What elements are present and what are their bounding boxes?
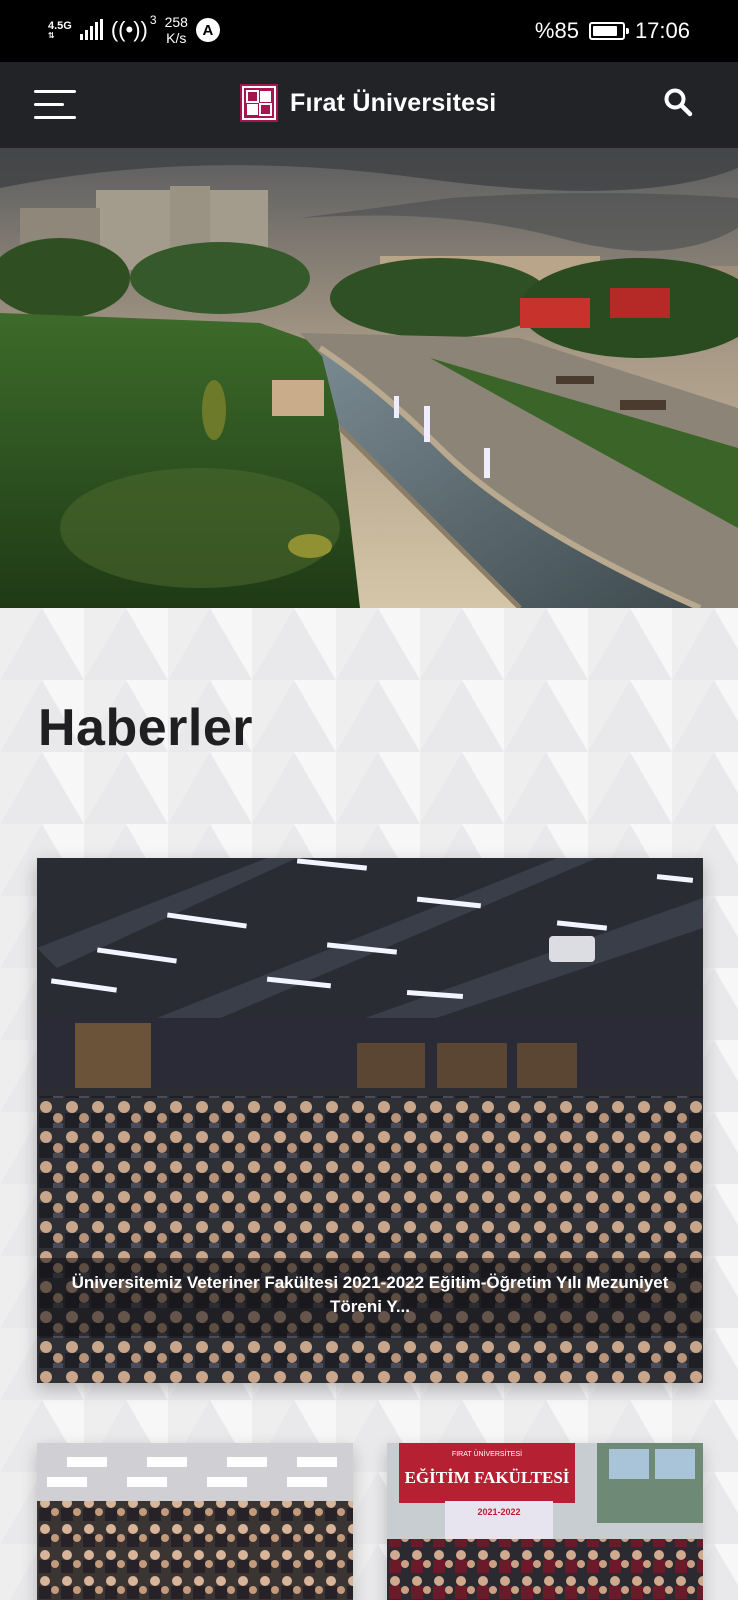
banner-year: 2021-2022: [477, 1507, 520, 1517]
hotspot-count: 3: [149, 13, 157, 27]
network-type: 4.5G: [48, 19, 72, 32]
search-icon[interactable]: [662, 86, 694, 118]
news-section: Haberler Üniversitemiz Veteriner Fakülte…: [0, 608, 738, 1600]
sign-line-2: EĞİTİM FAKÜLTESİ: [405, 1468, 570, 1487]
clock: 17:06: [634, 18, 690, 43]
news-card[interactable]: [37, 1443, 353, 1600]
news-card[interactable]: FIRAT ÜNİVERSİTESİ EĞİTİM FAKÜLTESİ 2021…: [387, 1443, 703, 1600]
sign-line-1: FIRAT ÜNİVERSİTESİ: [452, 1449, 522, 1458]
brand-name: Fırat Üniversitesi: [290, 88, 497, 117]
campus-hero-image: [0, 148, 738, 608]
news-photo: FIRAT ÜNİVERSİTESİ EĞİTİM FAKÜLTESİ 2021…: [387, 1443, 703, 1600]
battery-icon: [588, 22, 629, 40]
status-right: %85 17:06: [535, 18, 690, 44]
featured-news-card[interactable]: Üniversitemiz Veteriner Fakültesi 2021-2…: [37, 858, 703, 1383]
status-bar: 4.5G ⇅ ((•)) 3 258 K/s A %85 17:06: [0, 0, 738, 62]
data-arrows-icon: ⇅: [48, 30, 55, 40]
hotspot-icon: ((•)): [110, 17, 148, 42]
network-speed: 258 K/s: [165, 14, 188, 46]
hamburger-menu-icon[interactable]: [34, 88, 78, 122]
notification-glyph: A: [202, 21, 214, 39]
signal-bars-icon: [79, 19, 103, 40]
university-logo: [240, 84, 278, 122]
status-left: 4.5G ⇅ ((•)) 3 258 K/s A: [48, 13, 220, 46]
featured-news-caption: Üniversitemiz Veteriner Fakültesi 2021-2…: [37, 1258, 703, 1336]
brand[interactable]: Fırat Üniversitesi: [240, 84, 496, 122]
app-header: Fırat Üniversitesi: [0, 62, 738, 148]
notification-icon: A: [195, 18, 220, 42]
section-title: Haberler: [38, 699, 253, 757]
battery-fill: [592, 26, 617, 36]
speed-unit: K/s: [166, 30, 187, 46]
battery-percent: %85: [534, 18, 579, 43]
news-photo: [37, 1443, 353, 1600]
network-indicator: 4.5G ⇅: [48, 19, 72, 40]
speed-value: 258: [164, 14, 188, 30]
